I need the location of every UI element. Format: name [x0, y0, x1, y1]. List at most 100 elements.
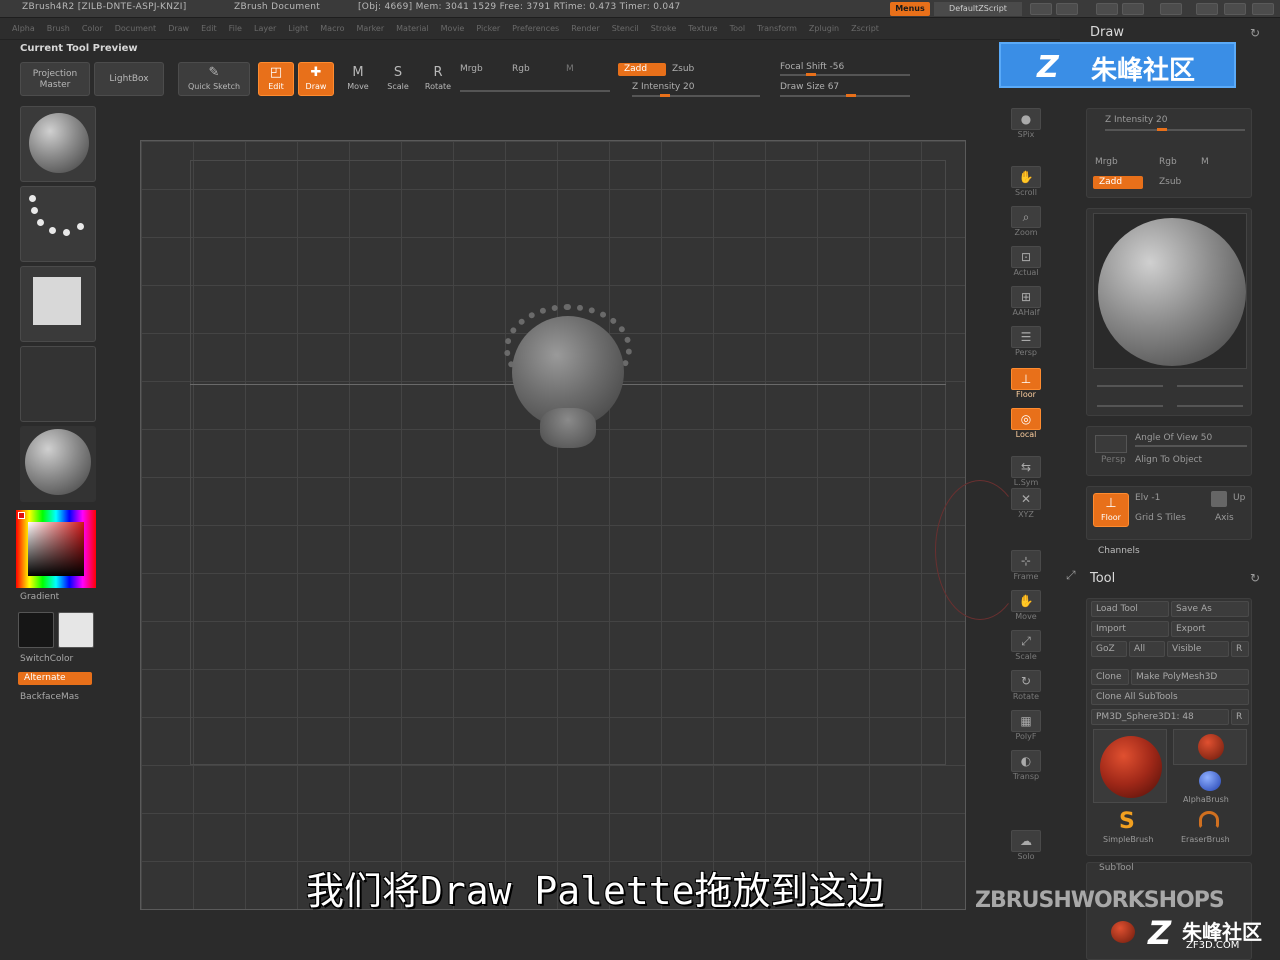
shelf-button-spix[interactable]: ● SPix	[1008, 106, 1044, 140]
goz-button[interactable]: GoZ	[1091, 641, 1127, 657]
menus-button[interactable]: Menus	[890, 2, 930, 16]
shelf-button-l-sym[interactable]: ⇆ L.Sym	[1008, 454, 1044, 488]
menu-item[interactable]: Picker	[476, 24, 500, 33]
shelf-button-move[interactable]: ✋ Move	[1008, 588, 1044, 622]
zadd-toggle[interactable]: Zadd	[618, 63, 666, 76]
backface-mask-button[interactable]: BackfaceMas	[20, 692, 79, 702]
draw-z-intensity-knob[interactable]	[1157, 128, 1167, 131]
menu-item[interactable]: Macro	[320, 24, 344, 33]
focal-shift-slider[interactable]: Focal Shift -56	[780, 62, 844, 72]
angle-of-view-slider[interactable]: Angle Of View 50	[1135, 433, 1212, 443]
menu-item[interactable]: Zplugin	[809, 24, 839, 33]
window-icon-2[interactable]	[1122, 3, 1144, 15]
channels-label[interactable]: Channels	[1098, 546, 1140, 556]
sphere-tool-thumb[interactable]	[1173, 729, 1247, 765]
menu-item[interactable]: Texture	[688, 24, 717, 33]
secondary-color-swatch[interactable]	[58, 612, 94, 648]
preview-slider-3[interactable]	[1097, 405, 1163, 407]
material-thumbnail[interactable]	[20, 426, 96, 502]
m-toggle[interactable]: M	[566, 64, 574, 74]
subtool-label[interactable]: SubTool	[1099, 863, 1134, 873]
main-color-swatch[interactable]	[18, 612, 54, 648]
preview-slider-1[interactable]	[1097, 385, 1163, 387]
shelf-button-rotate[interactable]: ↻ Rotate	[1008, 668, 1044, 702]
lock-icon[interactable]	[1160, 3, 1182, 15]
menu-item[interactable]: Brush	[47, 24, 70, 33]
mrgb-toggle[interactable]: Mrgb	[460, 64, 483, 74]
brush-thumbnail[interactable]	[20, 106, 96, 182]
quick-sketch-button[interactable]: ✎ Quick Sketch	[178, 62, 250, 96]
menu-item[interactable]: Draw	[168, 24, 189, 33]
menu-item[interactable]: Alpha	[12, 24, 35, 33]
sculpt-model[interactable]	[500, 298, 640, 458]
focal-shift-knob[interactable]	[806, 73, 816, 76]
tool-r-button[interactable]: R	[1231, 709, 1249, 725]
lightbox-button[interactable]: LightBox	[94, 62, 164, 96]
close-icon[interactable]	[1252, 3, 1274, 15]
axis-toggle[interactable]: Axis	[1215, 513, 1234, 523]
menu-item[interactable]: Document	[115, 24, 156, 33]
projection-master-button[interactable]: Projection Master	[20, 62, 90, 96]
scale-button[interactable]: S Scale	[380, 62, 416, 96]
texture-thumbnail[interactable]	[20, 346, 96, 422]
draw-palette-title[interactable]: Draw	[1090, 25, 1124, 40]
preview-slider-2[interactable]	[1177, 385, 1243, 387]
layout-icon[interactable]	[1030, 3, 1052, 15]
menu-item[interactable]: Tool	[730, 24, 746, 33]
all-button[interactable]: All	[1129, 641, 1165, 657]
subtool-sphere-icon[interactable]	[1111, 921, 1135, 943]
menu-item[interactable]: Preferences	[512, 24, 559, 33]
persp-grid-icon[interactable]	[1095, 435, 1127, 453]
menu-item[interactable]: Transform	[757, 24, 797, 33]
align-to-object[interactable]: Align To Object	[1135, 455, 1202, 465]
menu-item[interactable]: Marker	[356, 24, 384, 33]
gradient-label[interactable]: Gradient	[20, 592, 59, 602]
shelf-button-frame[interactable]: ⊹ Frame	[1008, 548, 1044, 582]
alpha-brush-icon[interactable]	[1199, 771, 1221, 791]
draw-size-knob[interactable]	[846, 94, 856, 97]
shelf-button-solo[interactable]: ☁ Solo	[1008, 828, 1044, 862]
menu-item[interactable]: Material	[396, 24, 429, 33]
color-picker[interactable]	[16, 510, 96, 588]
shelf-button-xyz[interactable]: ✕ XYZ	[1008, 486, 1044, 520]
simple-brush-icon[interactable]: S	[1119, 809, 1135, 834]
z-intensity-knob[interactable]	[660, 94, 670, 97]
shelf-button-scale[interactable]: ⤢ Scale	[1008, 628, 1044, 662]
preview-slider-4[interactable]	[1177, 405, 1243, 407]
menu-item[interactable]: File	[229, 24, 242, 33]
clone-button[interactable]: Clone	[1091, 669, 1129, 685]
draw-size-slider[interactable]: Draw Size 67	[780, 82, 839, 92]
elevation-slider[interactable]: Elv -1	[1135, 493, 1160, 503]
shelf-button-aahalf[interactable]: ⊞ AAHalf	[1008, 284, 1044, 318]
refresh-icon[interactable]: ↻	[1250, 26, 1260, 40]
color-picker-marker[interactable]	[18, 512, 25, 519]
zsub-toggle[interactable]: Zsub	[672, 64, 694, 74]
export-button[interactable]: Export	[1171, 621, 1249, 637]
edit-button[interactable]: ◰ Edit	[258, 62, 294, 96]
grid-tiles-slider[interactable]: Grid S Tiles	[1135, 513, 1186, 523]
rotate-button[interactable]: R Rotate	[420, 62, 456, 96]
shelf-button-persp[interactable]: ☰ Persp	[1008, 324, 1044, 358]
draw-rgb[interactable]: Rgb	[1159, 157, 1177, 167]
floor-button[interactable]: ⊥ Floor	[1093, 493, 1129, 527]
menu-item[interactable]: Stencil	[612, 24, 639, 33]
shelf-button-local[interactable]: ◎ Local	[1008, 406, 1044, 440]
menu-item[interactable]: Edit	[201, 24, 217, 33]
up-checkbox[interactable]	[1211, 491, 1227, 507]
current-tool-thumb[interactable]	[1093, 729, 1167, 803]
rgb-toggle[interactable]: Rgb	[512, 64, 530, 74]
alternate-button[interactable]: Alternate	[18, 672, 92, 685]
make-polymesh-button[interactable]: Make PolyMesh3D	[1131, 669, 1249, 685]
load-tool-button[interactable]: Load Tool	[1091, 601, 1169, 617]
import-button[interactable]: Import	[1091, 621, 1169, 637]
draw-mrgb[interactable]: Mrgb	[1095, 157, 1118, 167]
default-zscript-button[interactable]: DefaultZScript	[934, 2, 1022, 16]
shelf-button-zoom[interactable]: ⌕ Zoom	[1008, 204, 1044, 238]
save-as-button[interactable]: Save As	[1171, 601, 1249, 617]
color-picker-field[interactable]	[28, 522, 84, 576]
shelf-button-scroll[interactable]: ✋ Scroll	[1008, 164, 1044, 198]
draw-button[interactable]: ✚ Draw	[298, 62, 334, 96]
stroke-thumbnail[interactable]	[20, 186, 96, 262]
current-tool-slider[interactable]: PM3D_Sphere3D1: 48	[1091, 709, 1229, 725]
tool-palette-title[interactable]: Tool	[1090, 571, 1115, 586]
